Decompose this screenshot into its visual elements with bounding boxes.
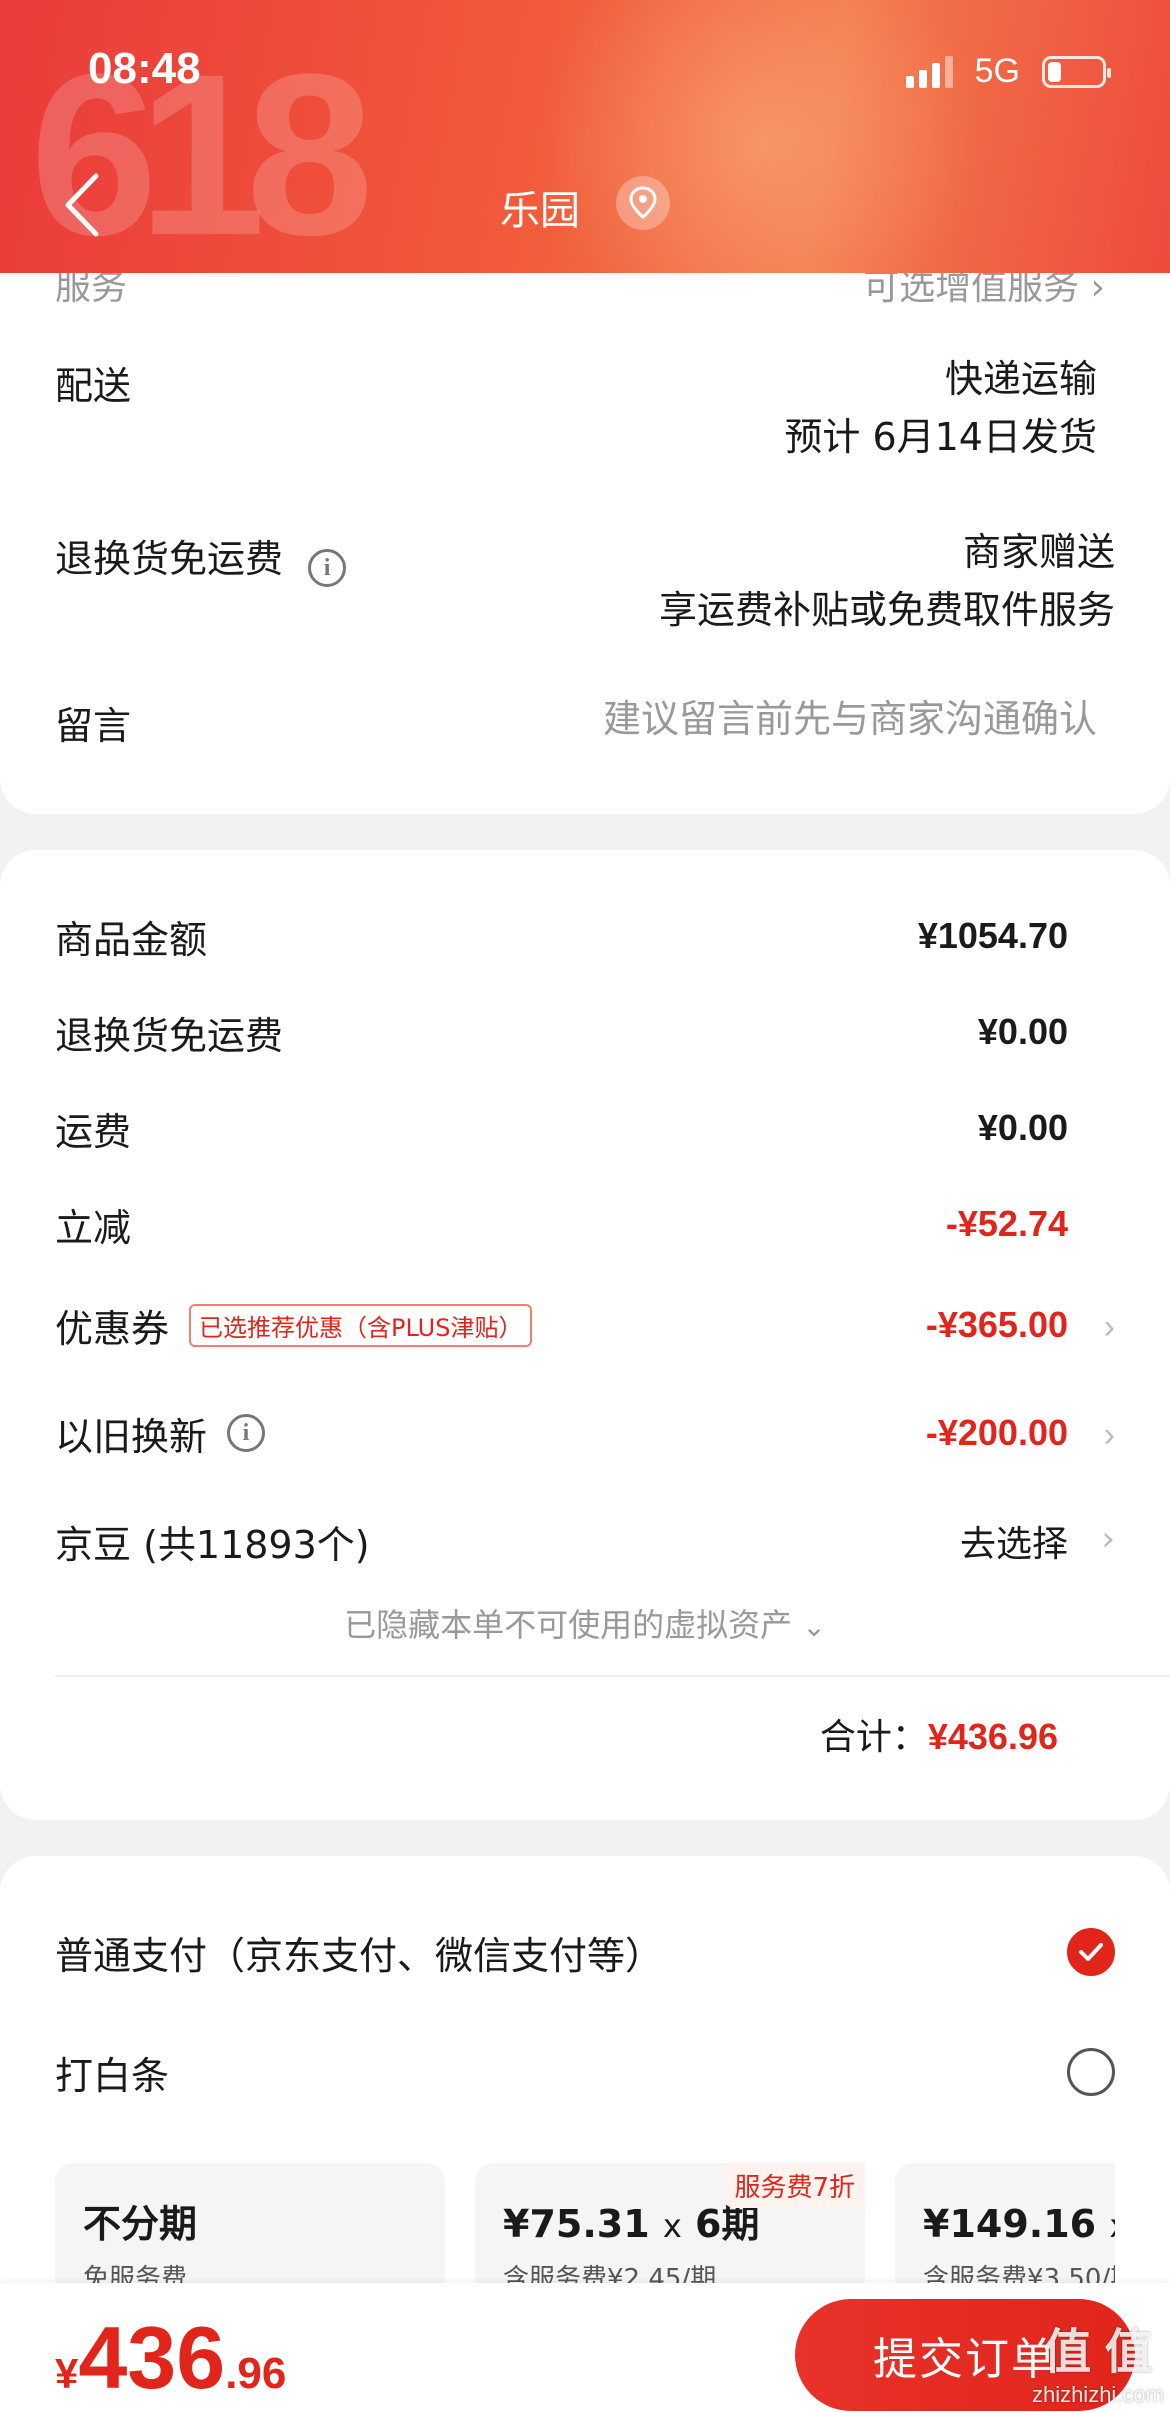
plan-no-installment[interactable]: 不分期 免服务费 (55, 2163, 445, 2283)
price-row-return: 退换货免运费 ¥0.00 (55, 1002, 1115, 1062)
coupon-badge: 已选推荐优惠（含PLUS津贴） (189, 1303, 533, 1347)
message-label: 留言 (55, 704, 132, 748)
jingdou-value-group: 去选择 › (960, 1515, 1115, 1567)
delivery-method: 快递运输 (944, 357, 1097, 401)
plan-6-periods[interactable]: 服务费7折 ¥75.31 x 6期 含服务费¥2.45/期 (475, 2163, 865, 2283)
header: 618 08:48 5G 乐园 (0, 0, 1170, 273)
chevron-right-icon: › (1103, 1416, 1115, 1454)
info-icon[interactable]: i (227, 1414, 266, 1452)
plan-times: x (662, 2207, 682, 2245)
watermark-url: zhizhizhi.com (1031, 2382, 1164, 2407)
normal-payment-label: 普通支付（京东支付、微信支付等） (55, 1933, 664, 1978)
plan-subtitle: 含服务费¥3.50/期 (923, 2264, 1115, 2283)
goods-amount-value: ¥1054.70 (917, 915, 1068, 956)
back-icon[interactable] (60, 170, 104, 240)
watermark-logo: 值 值 (1043, 2326, 1153, 2379)
watermark: 值 值 zhizhizhi.com (1032, 2312, 1164, 2408)
delivery-info: 快递运输 预计 6月14日发货 (784, 350, 1097, 466)
message-row[interactable]: 留言 建议留言前先与商家沟通确认 (55, 695, 1115, 750)
return-shipping-line1: 商家赠送 (962, 530, 1115, 574)
coupon-label: 优惠券 (55, 1306, 170, 1351)
final-price-currency: ¥ (55, 2350, 79, 2397)
price-row-freight: 运费 ¥0.00 (55, 1098, 1115, 1158)
coupon-value: -¥365.00 (925, 1304, 1068, 1345)
plan-periods: 6期 (695, 2202, 760, 2246)
delivery-row[interactable]: 配送 快递运输 预计 6月14日发货 (55, 355, 1115, 459)
price-row-coupon[interactable]: 优惠券 已选推荐优惠（含PLUS津贴） -¥365.00 › (55, 1295, 1115, 1355)
final-price: ¥436.96 (55, 2307, 286, 2409)
freight-label: 运费 (55, 1109, 132, 1154)
freight-value: ¥0.00 (977, 1107, 1068, 1148)
plan-discount-tag: 服务费7折 (724, 2163, 865, 2208)
chevron-down-icon: ⌄ (802, 1610, 826, 1643)
order-total: 合计：¥436.96 (820, 1708, 1058, 1760)
hidden-assets-text: 已隐藏本单不可使用的虚拟资产 (344, 1606, 793, 1644)
page-title: 乐园 (500, 188, 580, 234)
coupon-value-group: -¥365.00 › (926, 1304, 1115, 1346)
instant-discount-value: -¥52.74 (945, 1203, 1068, 1244)
instant-discount-label: 立减 (55, 1205, 132, 1250)
return-shipping-row: 退换货免运费 i 商家赠送 享运费补贴或免费取件服务 (55, 528, 1115, 632)
jingdou-label: 京豆 (共11893个) (55, 1522, 370, 1567)
return-shipping-info: 商家赠送 享运费补贴或免费取件服务 (659, 523, 1115, 639)
payment-option-baitiao[interactable]: 打白条 (55, 2037, 1115, 2107)
divider (55, 1675, 1170, 1677)
trade-in-value: -¥200.00 (925, 1412, 1068, 1453)
signal-icon (905, 55, 953, 88)
message-input[interactable]: 建议留言前先与商家沟通确认 (603, 690, 1097, 748)
final-price-integer: 436 (78, 2308, 226, 2407)
baitiao-label: 打白条 (55, 2053, 170, 2098)
plan-subtitle: 含服务费¥2.45/期 (503, 2264, 717, 2283)
info-icon[interactable]: i (308, 548, 347, 587)
network-type: 5G (974, 52, 1020, 90)
plan-amount: ¥75.31 (503, 2202, 650, 2246)
return-fee-value: ¥0.00 (977, 1011, 1068, 1052)
hidden-assets-toggle[interactable]: 已隐藏本单不可使用的虚拟资产 ⌄ (0, 1600, 1170, 1646)
goods-amount-label: 商品金额 (55, 917, 208, 962)
return-shipping-line2: 享运费补贴或免费取件服务 (658, 588, 1115, 632)
bottom-bar: ¥436.96 提交订单 值 值 zhizhizhi.com (0, 2283, 1170, 2412)
plan-subtitle: 免服务费 (83, 2264, 188, 2283)
delivery-label: 配送 (55, 364, 132, 408)
plan-title: 不分期 (83, 2202, 198, 2246)
unchecked-radio-icon[interactable] (1067, 2048, 1115, 2096)
jingdou-value: 去选择 (959, 1524, 1068, 1565)
price-row-trade-in[interactable]: 以旧换新 i -¥200.00 › (55, 1403, 1115, 1463)
total-value: ¥436.96 (927, 1716, 1058, 1757)
plan-times: x (1109, 2207, 1115, 2245)
price-row-goods: 商品金额 ¥1054.70 (55, 906, 1115, 966)
return-shipping-label: 退换货免运费 (55, 537, 284, 581)
battery-icon (1042, 55, 1111, 88)
plan-title: ¥149.16 x 3期 (923, 2193, 1115, 2248)
price-row-instant-discount: 立减 -¥52.74 (55, 1194, 1115, 1254)
delivery-eta: 预计 6月14日发货 (784, 415, 1097, 459)
checked-radio-icon[interactable] (1067, 1928, 1115, 1976)
trade-in-value-group: -¥200.00 › (926, 1412, 1115, 1454)
total-label: 合计： (819, 1717, 928, 1758)
location-pin-icon[interactable] (616, 176, 670, 230)
chevron-right-icon: › (1103, 1308, 1115, 1346)
plan-3-periods[interactable]: ¥149.16 x 3期 含服务费¥3.50/期 (895, 2163, 1115, 2283)
final-price-decimal: .96 (225, 2349, 287, 2398)
payment-option-normal[interactable]: 普通支付（京东支付、微信支付等） (55, 1917, 1115, 1987)
plan-amount: ¥149.16 (923, 2202, 1097, 2246)
installment-plans: 不分期 免服务费 服务费7折 ¥75.31 x 6期 含服务费¥2.45/期 ¥… (55, 2163, 1115, 2283)
status-time: 08:48 (88, 44, 201, 93)
trade-in-label: 以旧换新 (55, 1414, 208, 1459)
trade-in-label-group: 以旧换新 i (55, 1406, 266, 1461)
chevron-right-icon: › (1101, 1519, 1115, 1559)
price-row-jingdou[interactable]: 京豆 (共11893个) 去选择 › (55, 1511, 1115, 1571)
status-indicators: 5G (905, 52, 1111, 91)
return-fee-label: 退换货免运费 (55, 1013, 284, 1058)
coupon-label-group: 优惠券 已选推荐优惠（含PLUS津贴） (55, 1298, 533, 1353)
